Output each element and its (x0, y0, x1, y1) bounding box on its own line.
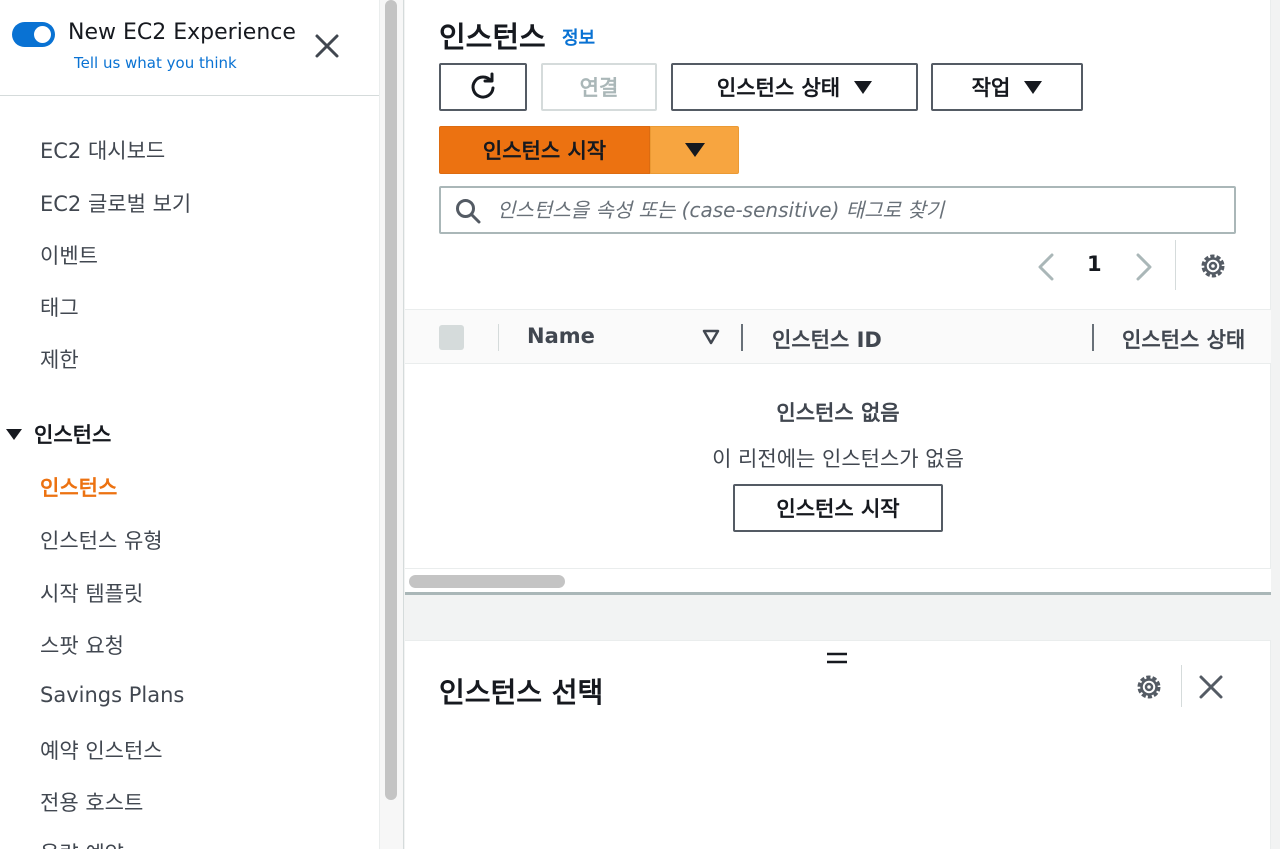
search-icon (456, 199, 481, 224)
close-icon[interactable] (312, 31, 342, 61)
sidebar-item-savings-plans[interactable]: Savings Plans (40, 683, 184, 707)
empty-launch-instances-button[interactable]: 인스턴스 시작 (733, 484, 943, 532)
drag-handle-icon[interactable] (825, 651, 849, 665)
sidebar-item-instances[interactable]: 인스턴스 (40, 472, 117, 502)
empty-state-description: 이 리전에는 인스턴스가 없음 (712, 447, 964, 471)
sidebar-item-ec2-dashboard[interactable]: EC2 대시보드 (40, 135, 165, 165)
sidebar-scrollbar[interactable] (380, 0, 404, 849)
refresh-icon (471, 72, 495, 99)
sidebar-item-capacity-reservations[interactable]: 용량 예약 (40, 838, 124, 849)
sidebar-item-ec2-global-view[interactable]: EC2 글로벌 보기 (40, 188, 191, 218)
sidebar-item-limits[interactable]: 제한 (40, 344, 79, 374)
split-panel-action-divider (1181, 665, 1182, 707)
actions-dropdown[interactable]: 작업 (931, 63, 1083, 111)
sidebar-item-reserved-instances[interactable]: 예약 인스턴스 (40, 735, 163, 765)
caret-down-icon (684, 143, 705, 157)
toggle-knob (34, 26, 51, 43)
gear-icon[interactable] (1197, 250, 1229, 282)
sidebar-section-instances[interactable]: 인스턴스 (6, 419, 111, 449)
search-input[interactable] (497, 192, 1227, 228)
experience-title: New EC2 Experience (68, 20, 296, 45)
empty-launch-instances-label: 인스턴스 시작 (776, 497, 900, 521)
instance-state-label: 인스턴스 상태 (716, 76, 841, 100)
sidebar-section-label: 인스턴스 (34, 423, 112, 447)
sidebar-item-events[interactable]: 이벤트 (40, 240, 98, 270)
split-panel-title: 인스턴스 선택 (439, 676, 604, 709)
sidebar-item-tags[interactable]: 태그 (40, 292, 79, 322)
sidebar-item-instance-types[interactable]: 인스턴스 유형 (40, 525, 163, 555)
column-header-instance-state[interactable]: 인스턴스 상태 (1122, 324, 1245, 354)
split-panel-divider (405, 592, 1271, 595)
instance-state-dropdown[interactable]: 인스턴스 상태 (671, 63, 918, 111)
chevron-right-icon[interactable] (1133, 252, 1155, 282)
empty-state-title: 인스턴스 없음 (776, 401, 900, 425)
sidebar-item-dedicated-hosts[interactable]: 전용 호스트 (40, 787, 143, 817)
sort-descending-icon[interactable] (701, 328, 721, 346)
column-resizer[interactable] (1092, 324, 1094, 351)
table-header: Name 인스턴스 ID 인스턴스 상태 (405, 309, 1271, 364)
instances-panel: 인스턴스 정보 연결 인스턴스 상태 작업 인스턴스 시작 인스턴스을 속성 또… (405, 0, 1271, 592)
split-panel: = 인스턴스 선택 (405, 640, 1271, 849)
ec2-console: New EC2 Experience Tell us what you thin… (0, 0, 1280, 849)
experience-header: New EC2 Experience Tell us what you thin… (0, 0, 379, 96)
close-icon[interactable] (1197, 673, 1225, 701)
current-page-number[interactable]: 1 (1087, 252, 1102, 276)
refresh-button[interactable] (439, 63, 527, 111)
launch-instances-label: 인스턴스 시작 (482, 139, 607, 163)
horizontal-scrollbar-thumb[interactable] (409, 575, 565, 588)
column-header-name[interactable]: Name (527, 324, 595, 348)
sidebar-nav: New EC2 Experience Tell us what you thin… (0, 0, 380, 849)
pagination-divider (1175, 240, 1176, 290)
column-header-instance-id[interactable]: 인스턴스 ID (772, 324, 882, 354)
launch-instances-split-button[interactable] (650, 126, 739, 174)
column-resizer[interactable] (741, 324, 743, 351)
launch-instances-button[interactable]: 인스턴스 시작 (439, 126, 650, 174)
caret-down-icon (6, 428, 22, 440)
actions-label: 작업 (971, 76, 1011, 100)
gear-icon[interactable] (1133, 671, 1165, 703)
table-horizontal-scrollbar[interactable] (405, 568, 1271, 592)
sidebar-scrollbar-thumb[interactable] (385, 0, 397, 800)
search-field[interactable] (439, 186, 1236, 234)
info-link[interactable]: 정보 (562, 24, 595, 50)
chevron-left-icon[interactable] (1035, 252, 1057, 282)
feedback-link[interactable]: Tell us what you think (74, 54, 237, 72)
column-divider (498, 324, 499, 351)
connect-button-label: 연결 (579, 76, 619, 100)
connect-button[interactable]: 연결 (541, 63, 657, 111)
caret-down-icon (1024, 80, 1043, 94)
page-title: 인스턴스 (439, 20, 546, 54)
select-all-checkbox[interactable] (439, 325, 464, 350)
new-experience-toggle[interactable] (12, 22, 55, 47)
caret-down-icon (854, 80, 873, 94)
sidebar-item-launch-templates[interactable]: 시작 템플릿 (40, 578, 143, 608)
sidebar-item-spot-requests[interactable]: 스팟 요청 (40, 630, 124, 660)
